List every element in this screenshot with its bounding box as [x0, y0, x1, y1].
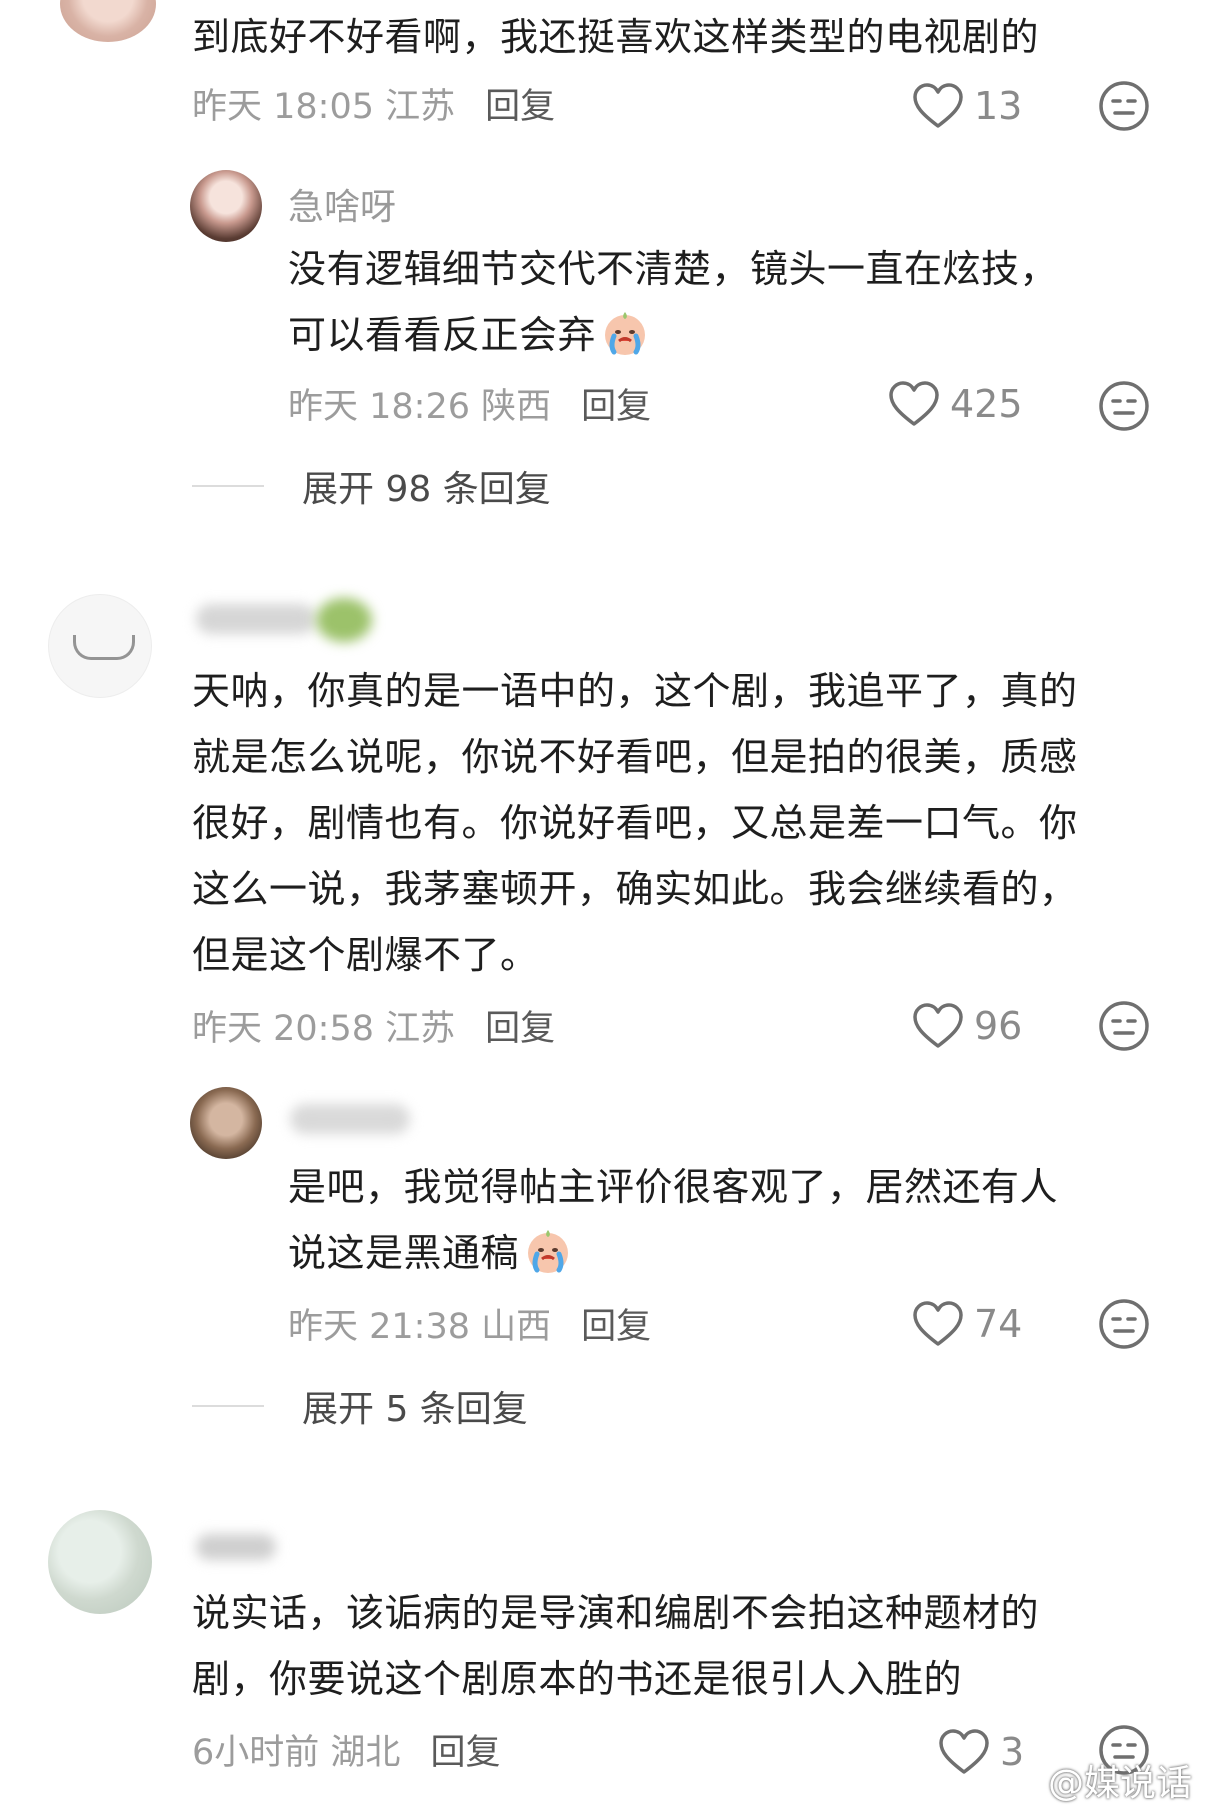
reply-button[interactable]: 回复: [581, 1307, 651, 1347]
username-blurred[interactable]: [290, 1104, 410, 1134]
avatar-glyph: [73, 635, 135, 660]
reply-button[interactable]: 回复: [485, 1009, 555, 1049]
neutral-face-icon[interactable]: [1098, 380, 1150, 432]
expand-replies-button[interactable]: 展开 5 条回复: [192, 1380, 528, 1432]
like-button[interactable]: 96: [912, 996, 1022, 1056]
heart-outline-icon: [889, 381, 939, 426]
like-button[interactable]: 13: [912, 76, 1022, 136]
comment-meta: 6小时前 湖北 回复: [192, 1733, 501, 1773]
comment-meta: 昨天 20:58 江苏 回复: [192, 1009, 556, 1049]
avatar[interactable]: [60, 0, 156, 42]
comment-text: 到底好不好看啊，我还挺喜欢这样类型的电视剧的: [192, 15, 1040, 59]
crying-face-emoji: [605, 312, 646, 355]
avatar[interactable]: [190, 1087, 262, 1159]
like-count: 96: [974, 1004, 1023, 1048]
comment-meta: 昨天 18:05 江苏 回复: [192, 87, 556, 127]
crying-face-emoji: [528, 1230, 569, 1273]
reply-button[interactable]: 回复: [581, 387, 651, 427]
username-badge-blurred: [316, 598, 372, 642]
heart-outline-icon: [939, 1729, 989, 1774]
divider: [192, 1405, 264, 1407]
reply-meta: 昨天 18:26 陕西 回复: [288, 387, 652, 427]
like-button[interactable]: 74: [912, 1294, 1022, 1354]
like-count: 13: [974, 84, 1023, 128]
reply-text: 没有逻辑细节交代不清楚，镜头一直在炫技， 可以看看反正会弃: [288, 247, 1059, 357]
weibo-logo-icon: [999, 1764, 1040, 1797]
comment-text: 天呐，你真的是一语中的，这个剧，我追平了，真的 就是怎么说呢，你说不好看吧，但是…: [192, 669, 1078, 977]
like-count: 425: [950, 382, 1023, 426]
watermark: @媒说话: [998, 1754, 1192, 1806]
expand-replies-label: 展开 98 条回复: [302, 469, 551, 510]
neutral-face-icon[interactable]: [1098, 1000, 1150, 1052]
avatar[interactable]: [48, 1510, 152, 1614]
username[interactable]: 急啥呀: [288, 178, 396, 230]
reply-meta: 昨天 21:38 山西 回复: [288, 1307, 652, 1347]
neutral-face-icon[interactable]: [1098, 1298, 1150, 1350]
avatar[interactable]: [48, 594, 152, 698]
reply-button[interactable]: 回复: [485, 87, 555, 127]
avatar[interactable]: [190, 170, 262, 242]
expand-replies-label: 展开 5 条回复: [302, 1389, 528, 1430]
neutral-face-icon[interactable]: [1098, 80, 1150, 132]
expand-replies-button[interactable]: 展开 98 条回复: [192, 460, 551, 512]
divider: [192, 485, 264, 487]
username-blurred[interactable]: [196, 604, 316, 634]
username-blurred[interactable]: [196, 1534, 276, 1560]
comment-text: 说实话，该诟病的是导演和编剧不会拍这种题材的 剧，你要说这个剧原本的书还是很引人…: [192, 1591, 1040, 1701]
reply-text: 是吧，我觉得帖主评价很客观了，居然还有人 说这是黑通稿: [288, 1165, 1059, 1275]
heart-outline-icon: [913, 83, 963, 128]
heart-outline-icon: [913, 1301, 963, 1346]
heart-outline-icon: [913, 1003, 963, 1048]
like-button[interactable]: 425: [888, 374, 1023, 434]
reply-button[interactable]: 回复: [430, 1733, 500, 1773]
like-count: 74: [974, 1302, 1023, 1346]
